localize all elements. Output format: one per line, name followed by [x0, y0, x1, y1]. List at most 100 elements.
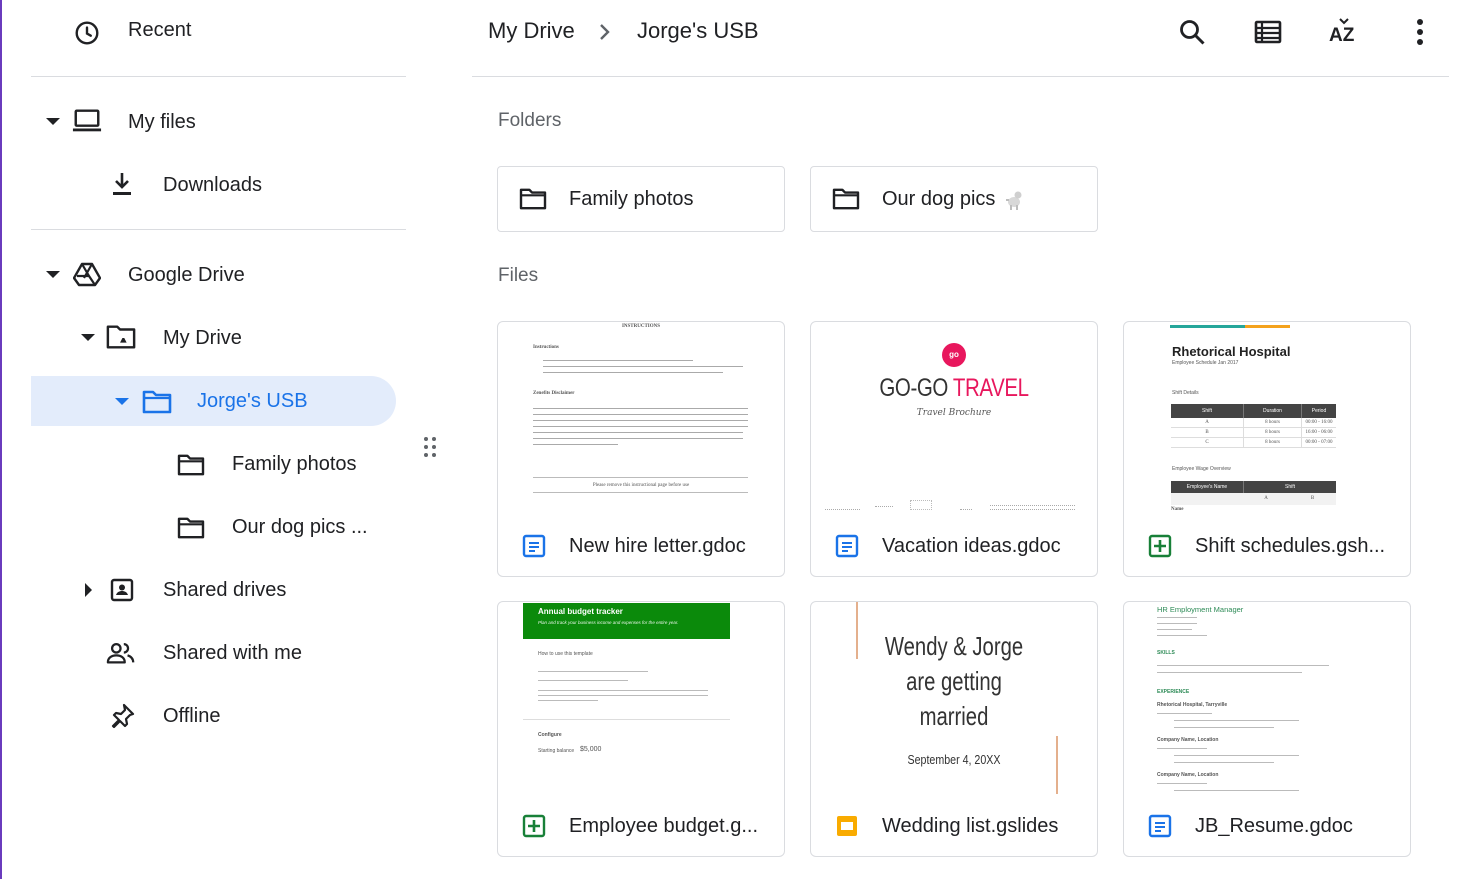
- thumb-text: Employee's Name: [1186, 484, 1228, 490]
- thumb-text: A: [1205, 420, 1209, 425]
- thumb-text: A: [1264, 496, 1268, 501]
- folder-card-our-dog-pics[interactable]: Our dog pics: [810, 166, 1098, 232]
- sidebar-item-downloads[interactable]: Downloads: [0, 159, 410, 209]
- sidebar-item-label: My Drive: [163, 327, 242, 349]
- file-thumbnail: Wendy & Jorge are getting married Septem…: [811, 602, 1097, 798]
- thumb-title: Annual budget tracker: [538, 607, 623, 616]
- thumb-text: 8 hours: [1243, 428, 1301, 437]
- svg-text:AZ: AZ: [1329, 25, 1355, 46]
- file-card-wedding-list[interactable]: Wendy & Jorge are getting married Septem…: [810, 601, 1098, 857]
- folder-name: Family photos: [569, 188, 694, 210]
- sidebar-item-shared-drives[interactable]: Shared drives: [0, 564, 410, 614]
- expand-arrow-icon[interactable]: [115, 398, 129, 405]
- thumb-text: B: [1310, 496, 1315, 501]
- file-thumbnail: INSTRUCTIONS Instructions Zenefits Discl…: [498, 322, 784, 518]
- thumb-heading: INSTRUCTIONS: [621, 324, 661, 329]
- folder-name: Our dog pics: [882, 188, 996, 210]
- file-card-new-hire-letter[interactable]: INSTRUCTIONS Instructions Zenefits Discl…: [497, 321, 785, 577]
- wedding-line: are getting: [906, 666, 1002, 696]
- sidebar-item-label: Downloads: [163, 174, 262, 196]
- file-name: Employee budget.g...: [569, 815, 759, 837]
- laptop-icon: [72, 106, 102, 136]
- thumb-text: B: [1205, 430, 1209, 435]
- more-vert-icon[interactable]: [1402, 14, 1438, 50]
- sidebar-item-label: Offline: [163, 705, 221, 727]
- sidebar-item-label: Our dog pics ...: [232, 516, 368, 538]
- sidebar-item-my-drive[interactable]: My Drive: [0, 312, 410, 362]
- travel-title-a: GO-GO: [879, 374, 948, 402]
- search-icon[interactable]: [1174, 14, 1210, 50]
- sidebar-divider: [31, 76, 406, 77]
- sidebar-item-jorges-usb[interactable]: Jorge's USB: [0, 376, 410, 426]
- folder-card-family-photos[interactable]: Family photos: [497, 166, 785, 232]
- travel-logo-icon: go: [942, 343, 966, 367]
- sidebar-divider: [31, 229, 406, 230]
- expand-arrow-icon[interactable]: [81, 334, 95, 341]
- thumb-text: Shift: [1201, 408, 1212, 414]
- sidebar-item-label: Jorge's USB: [197, 390, 308, 412]
- breadcrumb-my-drive[interactable]: My Drive: [488, 18, 575, 44]
- file-meta: Employee budget.g...: [498, 798, 784, 856]
- file-name: JB_Resume.gdoc: [1195, 815, 1353, 837]
- google-drive-icon: [72, 259, 102, 289]
- travel-title-b: TRAVEL: [952, 374, 1029, 402]
- sidebar-item-label: Google Drive: [128, 264, 245, 286]
- expand-arrow-icon[interactable]: [85, 583, 92, 597]
- file-card-jb-resume[interactable]: HR Employment Manager SKILLS EXPERIENCE …: [1123, 601, 1411, 857]
- sidebar-item-label: Family photos: [232, 453, 357, 475]
- folder-icon: [142, 387, 172, 417]
- file-card-vacation-ideas[interactable]: go GO-GO TRAVEL Travel Brochure Vacation…: [810, 321, 1098, 577]
- sidebar-item-recent[interactable]: Recent: [0, 6, 410, 56]
- sidebar-item-offline[interactable]: Offline: [0, 690, 410, 740]
- sidebar-item-google-drive[interactable]: Google Drive: [0, 249, 410, 299]
- thumb-text: 16:00 - 06:00: [1301, 428, 1336, 437]
- shared-drive-icon: [107, 575, 137, 605]
- wedding-text: Wendy & Jorge are getting married: [842, 629, 1065, 734]
- sort-az-icon[interactable]: AZ: [1326, 14, 1362, 50]
- thumb-text: 8 hours: [1243, 438, 1301, 447]
- list-view-icon[interactable]: [1250, 14, 1286, 50]
- thumb-text: Shift Details: [1172, 390, 1199, 396]
- thumb-text: Company Name, Location: [1157, 737, 1219, 743]
- thumb-text: Period: [1301, 404, 1336, 418]
- file-card-shift-schedules[interactable]: Rhetorical Hospital Employee Schedule Ja…: [1123, 321, 1411, 577]
- thumb-text: EXPERIENCE: [1157, 689, 1190, 695]
- files-section-title: Files: [498, 265, 539, 286]
- thumb-text: How to use this template: [538, 651, 593, 657]
- thumb-text: Please remove this instructional page be…: [592, 483, 690, 488]
- expand-arrow-icon[interactable]: [46, 271, 60, 278]
- expand-arrow-icon[interactable]: [46, 118, 60, 125]
- file-name: Vacation ideas.gdoc: [882, 535, 1061, 557]
- folders-section-title: Folders: [498, 110, 562, 131]
- file-thumbnail: Rhetorical Hospital Employee Schedule Ja…: [1124, 322, 1410, 518]
- thumb-text: Name: [1171, 507, 1184, 512]
- sidebar-item-label: Shared with me: [163, 642, 302, 664]
- resize-handle[interactable]: [424, 437, 438, 461]
- file-meta: Vacation ideas.gdoc: [811, 518, 1097, 576]
- sidebar-item-shared-with-me[interactable]: Shared with me: [0, 627, 410, 677]
- folder-icon: [176, 513, 206, 543]
- sidebar-item-family-photos[interactable]: Family photos: [0, 438, 410, 488]
- file-meta: Wedding list.gslides: [811, 798, 1097, 856]
- google-doc-icon: [1148, 814, 1172, 838]
- thumb-text: Employee Schedule Jan 2017: [1172, 360, 1239, 366]
- header-divider: [472, 76, 1449, 77]
- wedding-date: September 4, 20XX: [907, 752, 1001, 767]
- file-thumbnail: Annual budget tracker Plan and track you…: [498, 602, 784, 798]
- thumb-text: SKILLS: [1157, 650, 1175, 656]
- folder-icon: [519, 187, 547, 216]
- file-thumbnail: HR Employment Manager SKILLS EXPERIENCE …: [1124, 602, 1410, 798]
- thumb-text: C: [1205, 440, 1209, 445]
- sidebar-item-my-files[interactable]: My files: [0, 96, 410, 146]
- sidebar-item-our-dog-pics[interactable]: Our dog pics ...: [0, 501, 410, 551]
- chevron-right-icon: [598, 20, 612, 49]
- file-card-employee-budget[interactable]: Annual budget tracker Plan and track you…: [497, 601, 785, 857]
- thumb-text: Employee Wage Overview: [1172, 466, 1231, 472]
- thumb-text: Duration: [1243, 404, 1301, 418]
- my-drive-folder-icon: [106, 322, 136, 352]
- file-thumbnail: go GO-GO TRAVEL Travel Brochure: [811, 322, 1097, 518]
- dog-emoji-icon: [1003, 189, 1025, 216]
- sidebar: Recent My files Downloads Google Drive M…: [0, 0, 436, 879]
- google-doc-icon: [835, 534, 859, 558]
- thumb-text: Instructions: [533, 345, 559, 350]
